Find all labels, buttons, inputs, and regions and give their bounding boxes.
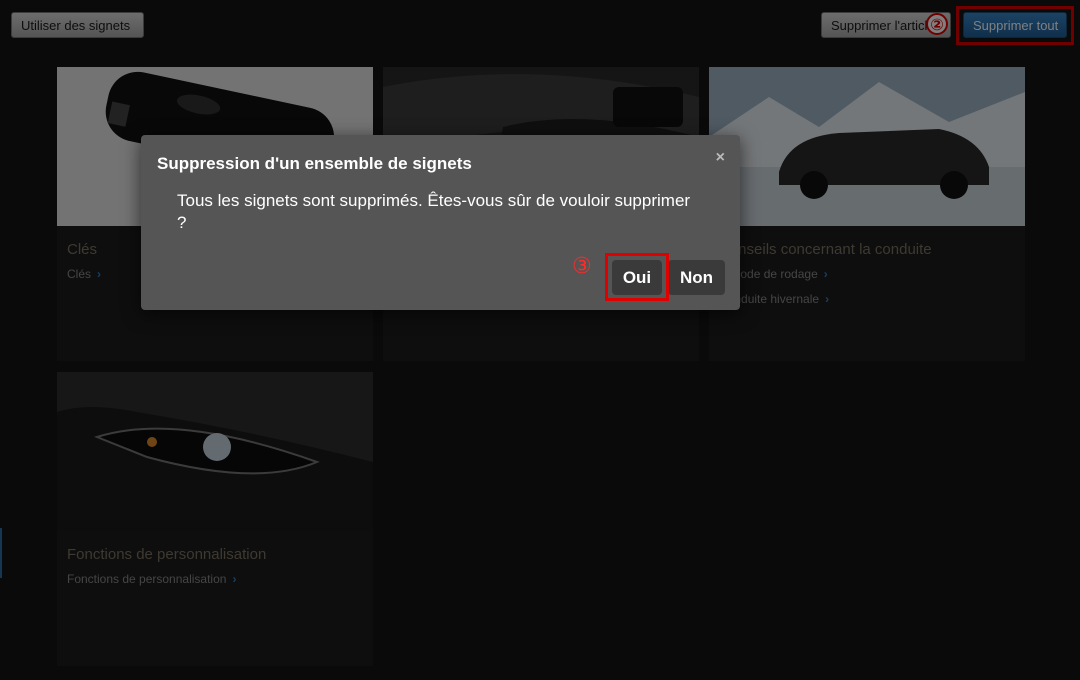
close-icon[interactable]: × — [716, 149, 725, 167]
dialog-message: Tous les signets sont supprimés. Êtes-vo… — [177, 191, 691, 232]
no-button[interactable]: Non — [668, 260, 725, 295]
delete-bookmarks-dialog: Suppression d'un ensemble de signets × T… — [141, 135, 740, 310]
step3-marker: ③ — [572, 253, 592, 278]
modal-backdrop — [0, 0, 1080, 680]
dialog-title: Suppression d'un ensemble de signets — [157, 154, 472, 173]
step3-highlight-box — [605, 253, 669, 301]
